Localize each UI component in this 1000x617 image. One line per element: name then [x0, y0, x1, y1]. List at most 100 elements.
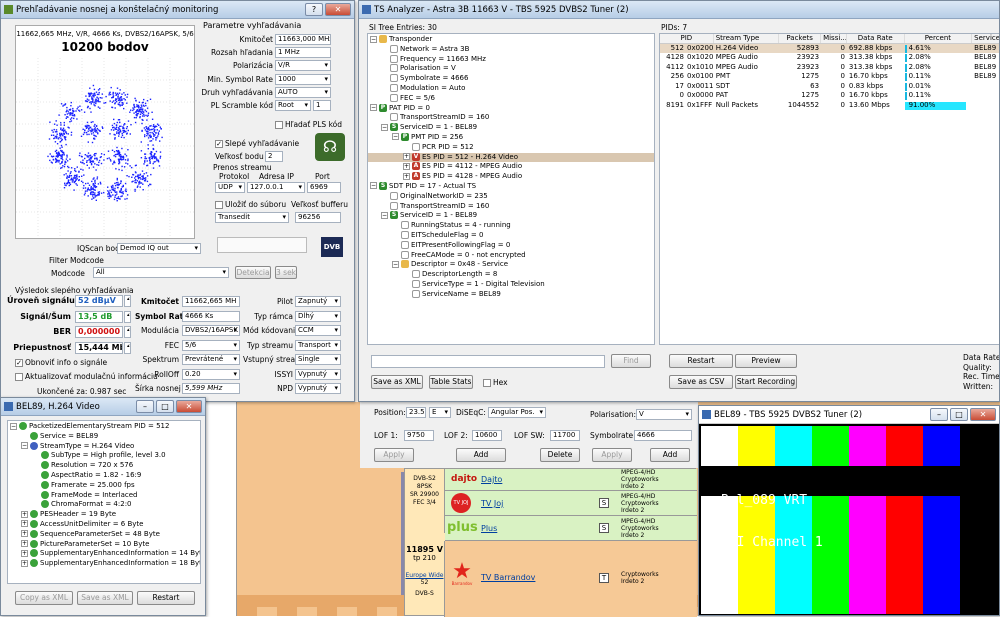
tree-node[interactable]: Modulation = Auto [368, 83, 654, 94]
expander-icon[interactable]: − [381, 211, 388, 219]
expander-icon[interactable]: + [21, 559, 28, 567]
save-xml-button[interactable]: Save as XML [371, 375, 423, 389]
tree-node[interactable]: − Transponder [368, 35, 654, 45]
refresh-signal-checkbox[interactable]: ✓ Obnoviť info o signále [15, 358, 107, 367]
minimize-icon[interactable]: – [930, 408, 948, 421]
tree-node[interactable]: − S ServiceID = 1 - BEL89 [368, 123, 654, 133]
lof2-input[interactable]: 10600 [472, 430, 502, 441]
param-field[interactable]: 11663,000 MHz [275, 34, 331, 45]
maximize-icon[interactable]: □ [156, 400, 174, 413]
tree-node[interactable]: FreeCAMode = 0 - not encrypted [368, 250, 654, 261]
pid-row[interactable]: 17 0x0011 SDT 63 0 0.83 kbps 0.01% [660, 82, 999, 92]
find-pls-checkbox[interactable]: Hľadať PLS kód [275, 120, 342, 129]
tree-node[interactable]: Network = Astra 3B [368, 44, 654, 55]
tree-node[interactable]: Resolution = 720 x 576 [8, 461, 200, 471]
tree-node[interactable]: Service = BEL89 [8, 431, 200, 442]
expander-icon[interactable]: + [21, 510, 28, 518]
column-header[interactable]: Missi... [821, 34, 847, 43]
expander-icon[interactable]: + [21, 530, 28, 538]
pid-row[interactable]: 8191 0x1FFF Null Packets 1044552 0 13.60 Mbps… [660, 101, 999, 111]
blind-scan-check[interactable]: ✓ [215, 140, 223, 148]
add-button-2[interactable]: Add [650, 448, 690, 462]
tree-node[interactable]: Symbolrate = 4666 [368, 74, 654, 84]
column-header[interactable]: Stream Type [714, 34, 780, 43]
transedit-select[interactable]: Transedit [215, 212, 289, 223]
start-recording-button[interactable]: Start Recording [735, 375, 797, 389]
buffer-input[interactable]: 96256 [295, 212, 341, 223]
close-icon[interactable]: ✕ [176, 400, 202, 413]
param-field[interactable]: V/R [275, 60, 331, 72]
tree-node[interactable]: FrameMode = Interlaced [8, 490, 200, 501]
pid-row[interactable]: 512 0x0200 H.264 Video 52893 0 692.88 kbps 4.6… [660, 43, 999, 53]
result-value[interactable]: 5/6 [182, 339, 240, 351]
lofsw-input[interactable]: 11700 [550, 430, 580, 441]
diseqc-select[interactable]: Angular Pos. [488, 407, 546, 418]
tree-node[interactable]: ServiceType = 1 - Digital Television [368, 279, 654, 290]
expander-icon[interactable]: − [21, 442, 28, 450]
column-header[interactable]: Packets [779, 34, 822, 43]
iqscan-select[interactable]: Demod IQ out [117, 243, 201, 254]
expander-icon[interactable]: + [21, 549, 28, 557]
close-icon[interactable]: ✕ [970, 408, 996, 421]
tree-node[interactable]: + A ES PID = 4128 - MPEG Audio [368, 172, 654, 182]
tree-node[interactable]: AspectRatio = 1.82 - 16:9 [8, 470, 200, 481]
tree-node[interactable]: ChromaFormat = 4:2:0 [8, 500, 200, 510]
apply-button[interactable]: Apply [374, 448, 414, 462]
column-header[interactable]: PID [660, 34, 714, 43]
spin-icon[interactable]: ▴▾ [124, 295, 131, 307]
tree-node[interactable]: Framerate = 25.000 fps [8, 480, 200, 491]
tree-node[interactable]: DescriptorLength = 8 [368, 270, 654, 280]
save-file-checkbox[interactable]: Uložiť do súboru [215, 200, 286, 209]
copy-xml-button[interactable]: Copy as XML [15, 591, 73, 605]
table-stats-button[interactable]: Table Stats [429, 375, 473, 389]
spin-icon[interactable]: ▴▾ [124, 341, 131, 354]
tree-node[interactable]: EITPresentFollowingFlag = 0 [368, 240, 654, 251]
expander-icon[interactable]: − [381, 123, 388, 131]
result-value[interactable]: Dlhý [295, 310, 341, 322]
tree-node[interactable]: − StreamType = H.264 Video [8, 441, 200, 452]
tree-node[interactable]: EITScheduleFlag = 0 [368, 230, 654, 241]
result-value[interactable]: Transport [295, 339, 341, 351]
tree-node[interactable]: TransportStreamID = 160 [368, 201, 654, 212]
close-icon[interactable]: ✕ [325, 3, 351, 16]
channel-link-tvjoj[interactable]: TV Joj [481, 499, 503, 508]
update-modulation-check[interactable] [15, 373, 23, 381]
param-field[interactable]: Root [275, 100, 311, 111]
add-button[interactable]: Add [456, 448, 506, 462]
tree-node[interactable]: PCR PID = 512 [368, 142, 654, 153]
tree-node[interactable]: SubType = High profile, level 3.0 [8, 451, 200, 461]
expander-icon[interactable]: + [21, 540, 28, 548]
expander-icon[interactable]: − [392, 133, 399, 141]
restart-button[interactable]: Restart [137, 591, 195, 605]
port-input[interactable]: 6969 [307, 182, 341, 193]
expander-icon[interactable]: − [370, 35, 377, 43]
tree-node[interactable]: + SupplementaryEnhancedInformation = 18 B… [8, 559, 200, 569]
delete-button[interactable]: Delete [540, 448, 580, 462]
help-icon[interactable]: ? [305, 3, 323, 16]
result-value[interactable]: Vypnutý [295, 368, 341, 380]
column-header[interactable]: Data Rate [847, 34, 905, 43]
tree-node[interactable]: − PacketizedElementaryStream PID = 512 [8, 422, 200, 432]
expander-icon[interactable]: + [21, 520, 28, 528]
expander-icon[interactable]: + [403, 172, 410, 180]
channel-link-dajto[interactable]: Dajto [481, 475, 502, 484]
apply-button-2[interactable]: Apply [592, 448, 632, 462]
save-xml-button[interactable]: Save as XML [77, 591, 133, 605]
tree-node[interactable]: + PESHeader = 19 Byte [8, 510, 200, 520]
save-csv-button[interactable]: Save as CSV [669, 375, 733, 389]
pid-row[interactable]: 4128 0x1020 MPEG Audio 23923 0 313.38 kbps 2.0… [660, 53, 999, 63]
tree-node[interactable]: − Descriptor = 0x48 - Service [368, 260, 654, 270]
find-button[interactable]: Find [611, 354, 651, 368]
expander-icon[interactable]: − [392, 260, 399, 268]
spin-icon[interactable]: ▴▾ [124, 326, 131, 338]
tree-node[interactable]: + PictureParameterSet = 10 Byte [8, 539, 200, 550]
tree-node[interactable]: − S SDT PID = 17 - Actual TS [368, 181, 654, 192]
detection-button[interactable]: Detekcia [235, 266, 271, 279]
param-field[interactable]: 1000 [275, 73, 331, 85]
tree-node[interactable]: + A ES PID = 4112 - MPEG Audio [368, 162, 654, 172]
tree-node[interactable]: OriginalNetworkID = 235 [368, 191, 654, 202]
tree-node[interactable]: + AccessUnitDelimiter = 6 Byte [8, 519, 200, 530]
protocol-select[interactable]: UDP [215, 182, 245, 193]
find-pls-check[interactable] [275, 121, 283, 129]
symbolrate-input[interactable]: 4666 [634, 430, 692, 441]
